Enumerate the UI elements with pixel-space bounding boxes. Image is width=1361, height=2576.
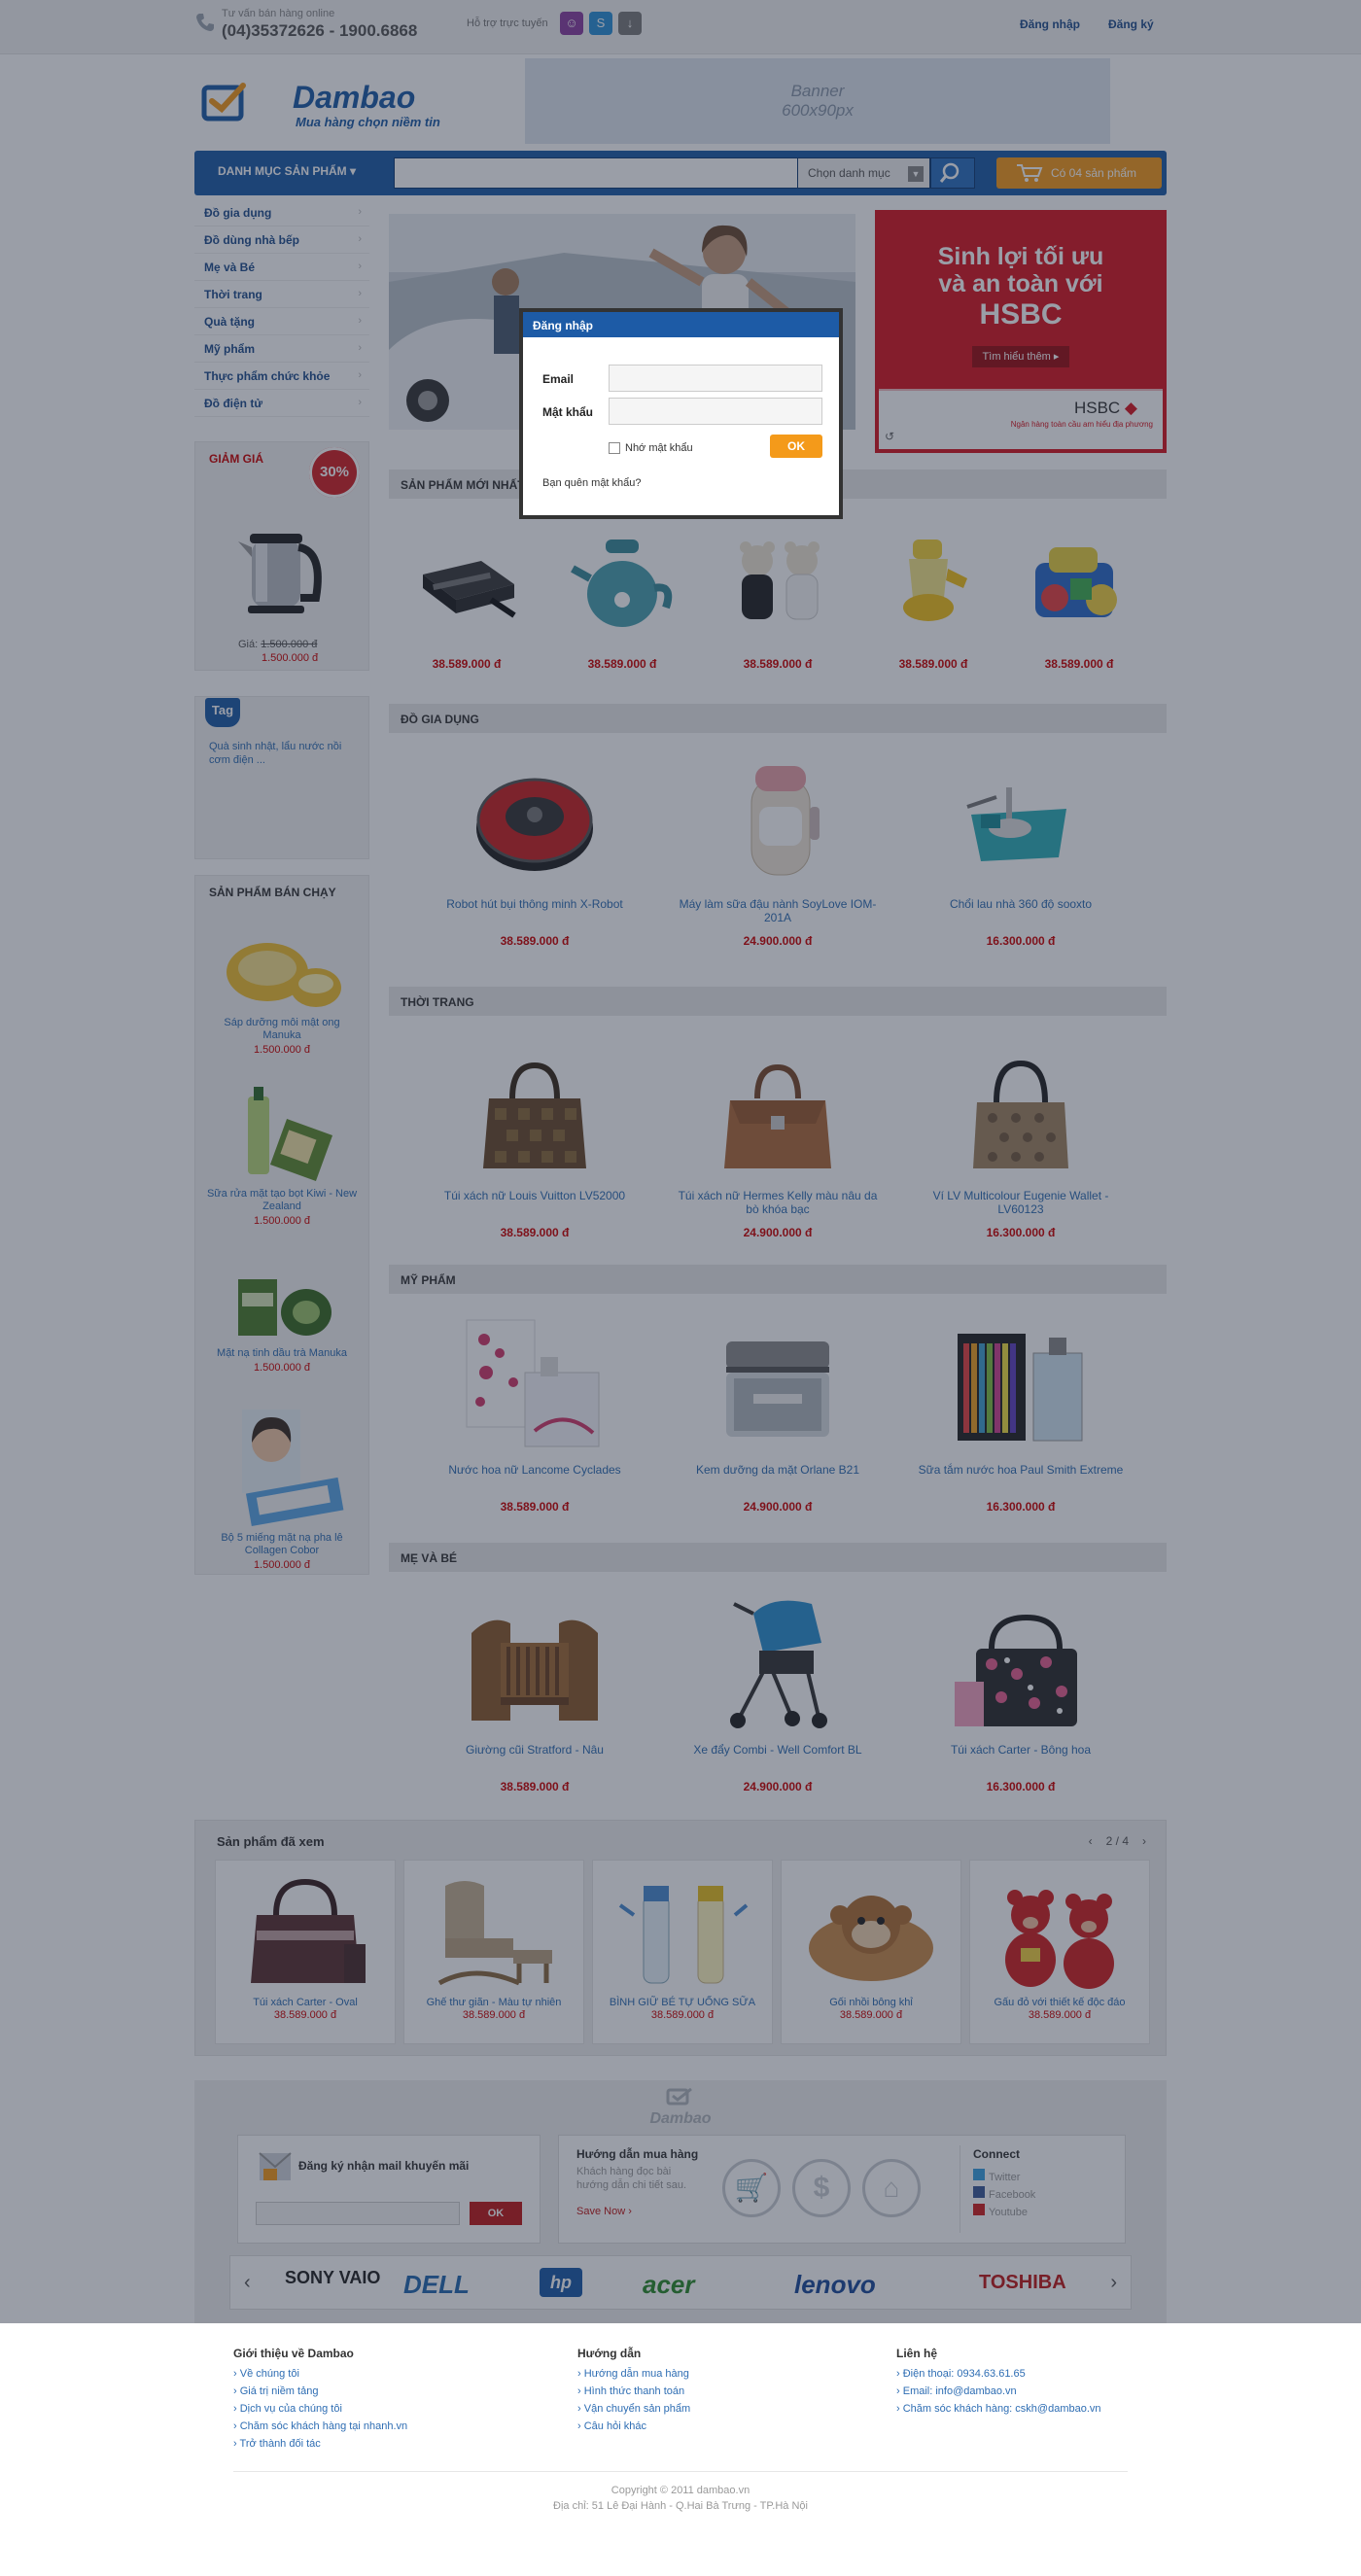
footer-link[interactable]: › Vận chuyển sản phẩm bbox=[577, 2403, 690, 2415]
remember-label: Nhớ mật khẩu bbox=[625, 442, 693, 454]
footer-link-label: Câu hỏi khác bbox=[583, 2420, 646, 2432]
footer: Giới thiệu về Dambao › Về chúng tôi › Gi… bbox=[0, 2323, 1361, 2576]
footer-link-label: Trở thành đối tác bbox=[239, 2438, 321, 2450]
modal-title: Đăng nhập bbox=[523, 312, 839, 337]
footer-link[interactable]: › Giá trị niềm tảng bbox=[233, 2385, 318, 2397]
email-field[interactable] bbox=[609, 365, 822, 392]
footer-link-label: Giá trị niềm tảng bbox=[239, 2385, 319, 2397]
footer-contact-label: Điện thoại: 0934.63.61.65 bbox=[902, 2368, 1026, 2380]
footer-link[interactable]: › Chăm sóc khách hàng tại nhanh.vn bbox=[233, 2420, 407, 2432]
footer-link-label: Hướng dẫn mua hàng bbox=[583, 2368, 689, 2380]
footer-contact[interactable]: › Email: info@dambao.vn bbox=[896, 2385, 1017, 2397]
remember-checkbox[interactable] bbox=[609, 442, 620, 454]
password-field[interactable] bbox=[609, 398, 822, 425]
footer-link-label: Dịch vụ của chúng tôi bbox=[239, 2403, 342, 2415]
footer-link[interactable]: › Trở thành đối tác bbox=[233, 2438, 321, 2450]
footer-col3-title: Liên hệ bbox=[896, 2347, 938, 2360]
footer-link[interactable]: › Dịch vụ của chúng tôi bbox=[233, 2403, 342, 2415]
login-modal: Đăng nhập Email Mật khẩu Nhớ mật khẩu OK… bbox=[519, 308, 843, 519]
address: Địa chỉ: 51 Lê Đại Hành - Q.Hai Bà Trưng… bbox=[553, 2500, 808, 2512]
footer-link-label: Hình thức thanh toán bbox=[583, 2385, 685, 2397]
page: Tư vấn bán hàng online (04)35372626 - 19… bbox=[0, 0, 1361, 2576]
footer-contact[interactable]: › Chăm sóc khách hàng: cskh@dambao.vn bbox=[896, 2403, 1101, 2415]
footer-link-label: Vận chuyển sản phẩm bbox=[583, 2403, 691, 2415]
footer-col1-title: Giới thiệu về Dambao bbox=[233, 2347, 354, 2360]
footer-link[interactable]: › Về chúng tôi bbox=[233, 2368, 299, 2380]
footer-link[interactable]: › Hướng dẫn mua hàng bbox=[577, 2368, 689, 2380]
footer-link-label: Chăm sóc khách hàng tại nhanh.vn bbox=[239, 2420, 408, 2432]
footer-link-label: Về chúng tôi bbox=[239, 2368, 299, 2380]
password-label: Mật khẩu bbox=[542, 405, 594, 419]
copyright: Copyright © 2011 dambao.vn bbox=[611, 2485, 750, 2496]
footer-col2-title: Hướng dẫn bbox=[577, 2347, 642, 2360]
forgot-password-link[interactable]: Bạn quên mật khẩu? bbox=[542, 477, 642, 489]
login-ok-button[interactable]: OK bbox=[770, 435, 822, 458]
footer-link[interactable]: › Hình thức thanh toán bbox=[577, 2385, 684, 2397]
footer-contact-label: Chăm sóc khách hàng: cskh@dambao.vn bbox=[902, 2403, 1101, 2415]
footer-link[interactable]: › Câu hỏi khác bbox=[577, 2420, 646, 2432]
footer-contact[interactable]: › Điện thoại: 0934.63.61.65 bbox=[896, 2368, 1026, 2380]
email-label: Email bbox=[542, 372, 575, 386]
footer-divider bbox=[233, 2471, 1128, 2472]
footer-contact-label: Email: info@dambao.vn bbox=[902, 2385, 1017, 2397]
